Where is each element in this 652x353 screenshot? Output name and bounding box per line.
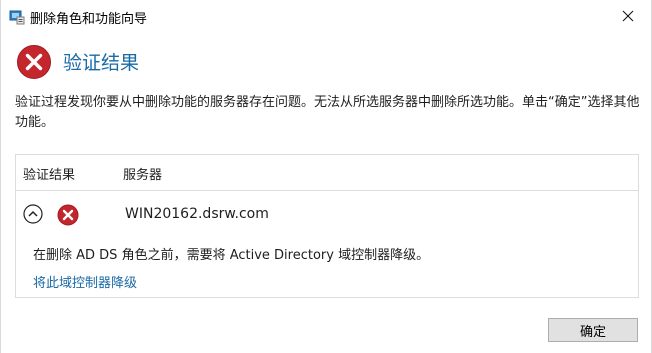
- table-row: WIN20162.dsrw.com 在删除 AD DS 角色之前，需要将 Act…: [16, 196, 638, 297]
- validation-message: 验证过程发现你要从中删除功能的服务器存在问题。无法从所选服务器中删除所选功能。单…: [15, 95, 640, 130]
- column-header-result[interactable]: 验证结果: [23, 164, 75, 183]
- error-detail: 在删除 AD DS 角色之前，需要将 Active Directory 域控制器…: [33, 248, 430, 263]
- results-table: 验证结果 服务器 WIN20162.dsrw.com 在删除 AD DS 角色之…: [15, 154, 639, 298]
- collapse-chevron-up-icon[interactable]: [23, 204, 43, 224]
- server-manager-icon: [9, 9, 25, 25]
- column-header-server[interactable]: 服务器: [123, 164, 162, 183]
- error-icon: [57, 204, 79, 226]
- window-title: 删除角色和功能向导: [30, 12, 148, 27]
- close-button[interactable]: [605, 2, 651, 30]
- demote-domain-controller-link[interactable]: 将此域控制器降级: [33, 272, 137, 291]
- ok-button[interactable]: 确定: [548, 318, 638, 342]
- server-name: WIN20162.dsrw.com: [125, 206, 269, 222]
- title-bar[interactable]: 删除角色和功能向导: [1, 0, 651, 34]
- table-header: 验证结果 服务器: [16, 155, 638, 191]
- wizard-window: 删除角色和功能向导 验证结果 验证过程发现你要从中删除功能的服务器存在问题。无法…: [0, 0, 652, 353]
- close-icon: [622, 7, 634, 26]
- error-icon: [16, 44, 52, 80]
- page-title: 验证结果: [63, 52, 140, 74]
